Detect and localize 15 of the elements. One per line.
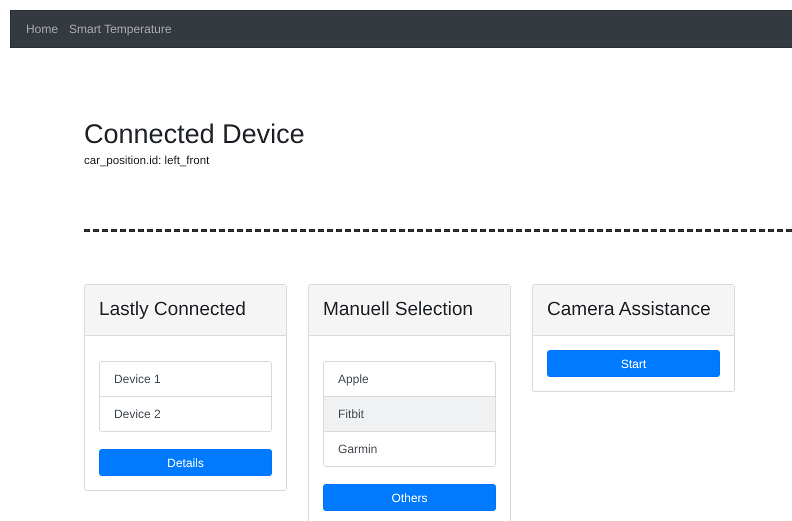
nav-link[interactable]: Smart Temperature [69,22,172,36]
card-title: Lastly Connected [99,299,246,321]
card-title: Manuell Selection [323,299,473,321]
card-button[interactable]: Others [323,484,496,511]
list-item[interactable]: Garmin [324,431,495,466]
card-title: Camera Assistance [547,299,711,321]
list-item[interactable]: Device 2 [100,396,271,431]
list-item[interactable]: Fitbit [324,396,495,431]
page-title: Connected Device [84,118,306,150]
nav-link[interactable]: Home [26,22,58,36]
list-item[interactable]: Device 1 [100,362,271,396]
list-item[interactable]: Apple [324,362,495,396]
position-text: car_position.id: left_front [84,155,210,167]
card-button[interactable]: Start [547,350,720,377]
card-button[interactable]: Details [99,449,272,476]
